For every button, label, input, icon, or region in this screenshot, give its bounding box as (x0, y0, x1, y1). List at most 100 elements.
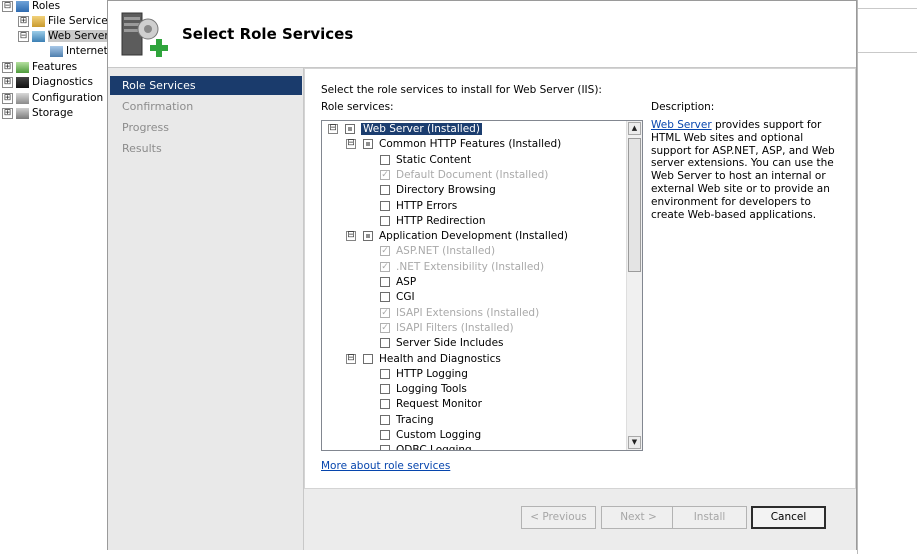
tree-item-roles[interactable]: ⊟ Roles (2, 0, 60, 14)
collapse-icon[interactable]: ⊟ (2, 0, 13, 12)
checkbox: ✓ (380, 261, 390, 272)
role-service-item[interactable]: Request Monitor (380, 397, 482, 412)
checkbox[interactable] (380, 414, 390, 425)
checkbox[interactable] (380, 277, 390, 287)
tree-item-label: File Services (48, 15, 114, 27)
collapse-icon[interactable]: ⊟ (346, 139, 356, 150)
checkbox[interactable] (380, 399, 390, 410)
collapse-icon[interactable]: ⊟ (346, 353, 356, 364)
scroll-down-icon[interactable]: ▼ (628, 436, 641, 449)
role-service-label: HTTP Logging (396, 367, 468, 380)
role-service-item[interactable]: ASP (380, 275, 416, 290)
checkbox[interactable] (380, 384, 390, 395)
role-service-item[interactable]: ✓ Default Document (Installed) (380, 168, 548, 183)
tree-item-label: Features (32, 61, 78, 73)
role-service-item[interactable]: Server Side Includes (380, 336, 504, 351)
role-service-item[interactable]: Directory Browsing (380, 183, 496, 198)
role-service-item[interactable]: ⊟ Web Server (Installed) (328, 122, 482, 137)
checkbox[interactable] (380, 200, 390, 211)
checkbox[interactable] (363, 139, 373, 150)
storage-icon (16, 107, 29, 119)
role-service-item[interactable]: Static Content (380, 153, 471, 168)
web-server-icon (32, 30, 45, 42)
checkbox[interactable] (380, 185, 390, 196)
role-service-item[interactable]: ODBC Logging (380, 443, 472, 451)
role-service-label: ODBC Logging (396, 444, 472, 451)
role-service-item[interactable]: Custom Logging (380, 428, 481, 443)
step-role-services[interactable]: Role Services (110, 76, 302, 95)
role-service-label: Server Side Includes (396, 337, 504, 350)
expand-icon[interactable]: ⊞ (2, 92, 13, 104)
collapse-icon[interactable]: ⊟ (18, 30, 29, 42)
role-service-label: Health and Diagnostics (379, 352, 501, 365)
role-service-item[interactable]: ⊟ Common HTTP Features (Installed) (346, 137, 561, 152)
role-service-item[interactable]: ✓ .NET Extensibility (Installed) (380, 260, 544, 275)
role-service-label: Tracing (396, 413, 434, 426)
description-body: provides support for HTML Web sites and … (651, 119, 835, 221)
previous-button[interactable]: < Previous (521, 506, 596, 529)
role-service-item[interactable]: HTTP Logging (380, 367, 468, 382)
role-service-item[interactable]: Logging Tools (380, 382, 467, 397)
role-service-label: ISAPI Extensions (Installed) (396, 306, 540, 319)
checkbox[interactable] (380, 215, 390, 226)
tree-item-internet[interactable]: Internet (50, 44, 108, 59)
role-service-item[interactable]: HTTP Redirection (380, 214, 486, 229)
install-button[interactable]: Install (672, 506, 747, 529)
checkbox[interactable] (363, 231, 373, 242)
scroll-up-icon[interactable]: ▲ (628, 122, 641, 135)
collapse-icon[interactable]: ⊟ (346, 231, 356, 242)
role-service-item[interactable]: Tracing (380, 413, 434, 428)
tree-item-configuration[interactable]: ⊞ Configuration (2, 91, 103, 106)
role-service-label: Common HTTP Features (Installed) (379, 138, 562, 151)
checkbox[interactable] (380, 368, 390, 379)
tree-item-label: Web Server (48, 30, 109, 42)
collapse-icon[interactable]: ⊟ (328, 124, 338, 134)
tree-item-web-server[interactable]: ⊟ Web Server (18, 29, 109, 44)
role-service-label: Custom Logging (396, 429, 482, 441)
instruction-text: Select the role services to install for … (321, 84, 602, 96)
roles-icon (16, 0, 29, 12)
checkbox: ✓ (380, 246, 390, 257)
expand-icon[interactable]: ⊞ (2, 76, 13, 88)
role-service-item[interactable]: HTTP Errors (380, 199, 457, 214)
tree-item-storage[interactable]: ⊞ Storage (2, 106, 73, 121)
checkbox[interactable] (380, 292, 390, 303)
tree-item-label: Roles (32, 0, 61, 12)
role-service-label: Application Development (Installed) (379, 230, 568, 243)
expand-icon[interactable]: ⊞ (2, 61, 13, 73)
checkbox[interactable] (380, 445, 390, 450)
role-service-item[interactable]: ✓ ASP.NET (Installed) (380, 244, 495, 259)
checkbox[interactable] (380, 338, 390, 349)
checkbox[interactable] (345, 124, 355, 134)
checkbox[interactable] (380, 154, 390, 165)
cancel-button[interactable]: Cancel (751, 506, 826, 529)
role-service-label: HTTP Errors (396, 199, 458, 212)
web-server-link[interactable]: Web Server (651, 119, 712, 131)
tree-item-file-services[interactable]: ⊞ File Services (18, 14, 113, 29)
role-service-item[interactable]: ✓ ISAPI Filters (Installed) (380, 321, 514, 336)
iis-manager-icon (50, 45, 63, 57)
checkbox[interactable] (363, 353, 373, 364)
role-service-label: Request Monitor (396, 398, 482, 411)
checkbox: ✓ (380, 307, 390, 318)
checkbox[interactable] (380, 430, 390, 440)
role-service-label: CGI (396, 291, 415, 304)
role-service-item[interactable]: ✓ ISAPI Extensions (Installed) (380, 306, 539, 321)
tree-item-features[interactable]: ⊞ Features (2, 60, 77, 75)
vertical-scrollbar[interactable]: ▲ ▼ (626, 121, 642, 450)
more-about-role-services-link[interactable]: More about role services (321, 460, 450, 472)
checkbox: ✓ (380, 322, 390, 333)
expand-icon[interactable]: ⊞ (2, 107, 13, 119)
role-services-label: Role services: (321, 101, 394, 113)
next-button[interactable]: Next > (601, 506, 676, 529)
diagnostics-icon (16, 76, 29, 88)
role-service-item[interactable]: ⊟ Application Development (Installed) (346, 229, 568, 244)
role-service-item[interactable]: ⊟ Health and Diagnostics (346, 352, 501, 367)
role-service-item[interactable]: CGI (380, 290, 415, 305)
checkbox: ✓ (380, 169, 390, 180)
role-service-label: Directory Browsing (396, 184, 496, 197)
scrollbar-thumb[interactable] (628, 138, 641, 272)
tree-item-diagnostics[interactable]: ⊞ Diagnostics (2, 75, 93, 90)
expand-icon[interactable]: ⊞ (18, 15, 29, 27)
role-services-list[interactable]: ⊟ Web Server (Installed) ⊟ Common HTTP Feat… (321, 120, 643, 451)
